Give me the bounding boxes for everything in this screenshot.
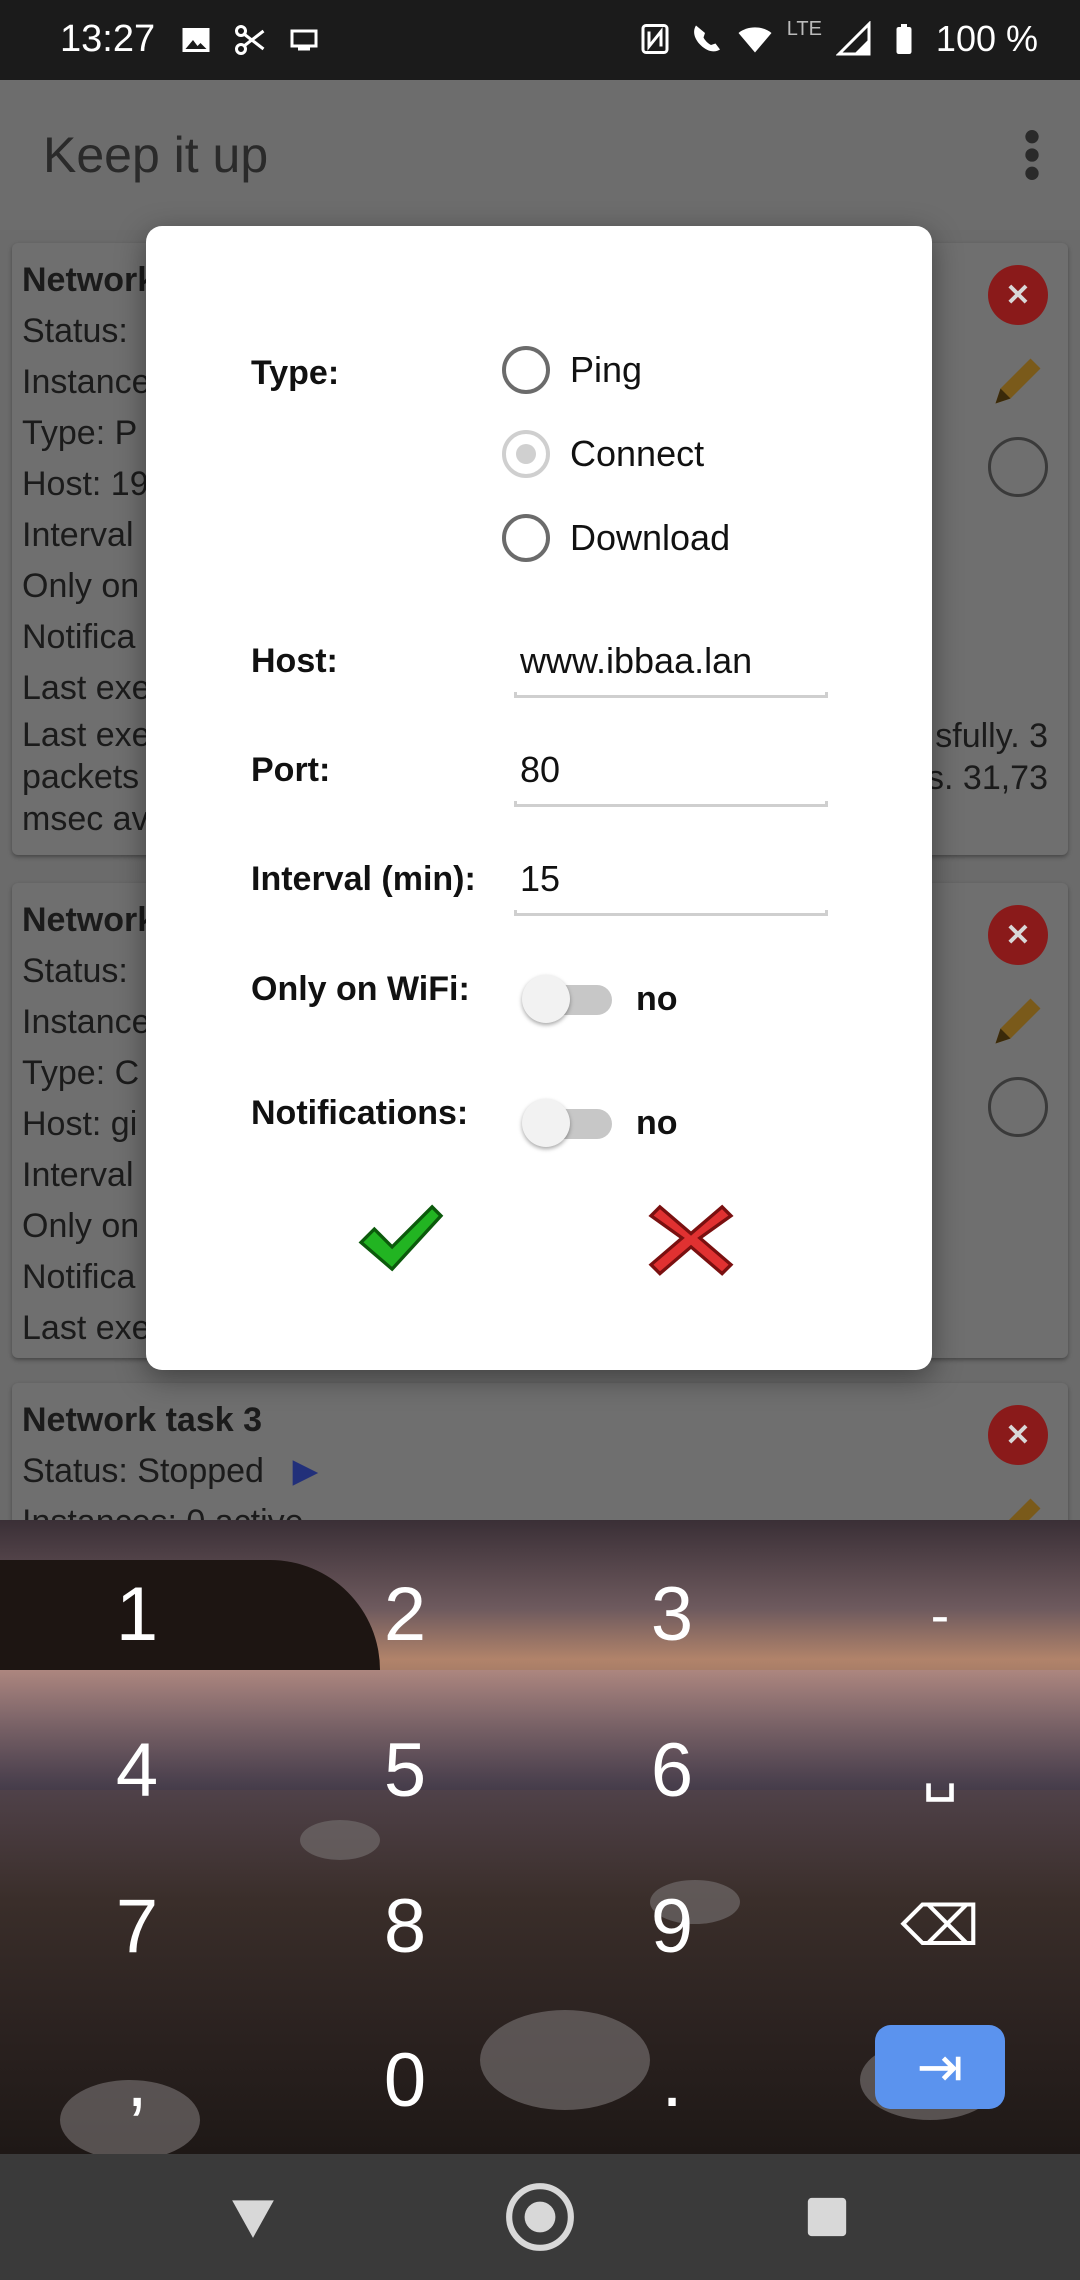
interval-input[interactable]: 15 <box>514 858 834 916</box>
notifications-toggle[interactable] <box>522 1099 622 1147</box>
delete-icon[interactable]: ✕ <box>988 905 1048 965</box>
pencil-icon[interactable] <box>988 351 1048 411</box>
image-icon <box>182 28 210 52</box>
pencil-icon[interactable] <box>988 991 1048 1051</box>
notifications-value: no <box>636 1104 678 1142</box>
toggle-thumb <box>522 975 570 1023</box>
play-icon[interactable] <box>287 1456 321 1490</box>
log-icon[interactable] <box>988 437 1048 497</box>
navigation-bar <box>0 2154 1080 2280</box>
key-backspace[interactable]: ⌫ <box>850 1876 1030 1976</box>
delete-icon[interactable]: ✕ <box>988 1405 1048 1465</box>
nfc-icon <box>641 24 669 54</box>
key-period[interactable]: . <box>582 2030 762 2130</box>
key-7[interactable]: 7 <box>47 1876 227 1976</box>
card-line-fragment: s. 31,73 <box>927 759 1048 797</box>
key-9[interactable]: 9 <box>582 1876 762 1976</box>
app-bar: Keep it up <box>0 80 1080 230</box>
input-underline <box>514 801 828 807</box>
checkmark-icon[interactable] <box>356 1198 446 1278</box>
radio-circle[interactable] <box>502 514 550 562</box>
radio-circle[interactable] <box>502 430 550 478</box>
notifications-label: Notifications: <box>251 1094 469 1132</box>
key-1[interactable]: 1 <box>47 1564 227 1664</box>
network-type: LTE <box>786 17 822 40</box>
key-6[interactable]: 6 <box>582 1720 762 1820</box>
port-input[interactable]: 80 <box>514 749 834 807</box>
wifi-icon <box>738 27 772 53</box>
interval-value: 15 <box>520 858 561 899</box>
radio-connect[interactable]: Connect <box>502 430 704 478</box>
host-input[interactable]: www.ibbaa.lan <box>514 640 834 698</box>
input-underline <box>514 910 828 916</box>
radio-label: Download <box>570 517 731 558</box>
key-2[interactable]: 2 <box>315 1564 495 1664</box>
edit-task-dialog: Type: Ping Connect Download Host: www.ib… <box>146 226 932 1370</box>
scissors-icon <box>235 25 265 55</box>
type-label: Type: <box>251 354 340 392</box>
card-title: Network task 3 <box>22 1401 262 1439</box>
key-0[interactable]: 0 <box>315 2030 495 2130</box>
recents-icon[interactable] <box>804 2194 850 2240</box>
port-label: Port: <box>251 751 331 789</box>
wifi-value: no <box>636 980 678 1018</box>
key-5[interactable]: 5 <box>315 1720 495 1820</box>
key-next[interactable]: ⇥ <box>875 2025 1005 2109</box>
battery-percent: 100 % <box>935 18 1038 59</box>
key-3[interactable]: 3 <box>582 1564 762 1664</box>
status-bar: 13:27 LTE 100 % <box>0 0 1080 80</box>
input-underline <box>514 692 828 698</box>
home-icon[interactable] <box>503 2180 577 2254</box>
key-space[interactable]: ␣ <box>850 1720 1030 1820</box>
radio-circle[interactable] <box>502 346 550 394</box>
toggle-thumb <box>522 1099 570 1147</box>
keyboard-background-rock <box>300 1820 380 1860</box>
key-minus[interactable]: - <box>850 1564 1030 1664</box>
back-icon[interactable] <box>228 2192 278 2242</box>
log-icon[interactable] <box>988 1077 1048 1137</box>
delete-icon[interactable]: ✕ <box>988 265 1048 325</box>
host-label: Host: <box>251 642 338 680</box>
wifi-toggle[interactable] <box>522 975 622 1023</box>
screen-icon <box>290 29 318 51</box>
card-line: Status: Stopped <box>22 1452 264 1490</box>
cross-icon[interactable] <box>646 1198 736 1278</box>
port-value: 80 <box>520 749 561 790</box>
app-title: Keep it up <box>43 127 269 183</box>
signal-icon <box>835 21 871 56</box>
radio-label: Ping <box>570 349 643 390</box>
card-status-line: Status: Stopped <box>12 1446 1068 1497</box>
radio-ping[interactable]: Ping <box>502 346 642 394</box>
more-vert-icon[interactable] <box>1022 130 1042 180</box>
host-value: www.ibbaa.lan <box>520 640 753 681</box>
radio-download[interactable]: Download <box>502 514 730 562</box>
key-8[interactable]: 8 <box>315 1876 495 1976</box>
radio-label: Connect <box>570 433 705 474</box>
key-4[interactable]: 4 <box>47 1720 227 1820</box>
battery-icon <box>896 24 912 54</box>
numeric-keyboard: 1 2 3 - 4 5 6 ␣ 7 8 9 ⌫ , 0 . ⇥ <box>0 1520 1080 2154</box>
card-line-fragment: sfully. 3 <box>935 717 1048 755</box>
wifi-label: Only on WiFi: <box>251 970 470 1008</box>
wifi-call-icon <box>693 25 720 52</box>
interval-label: Interval (min): <box>251 860 476 898</box>
status-time: 13:27 <box>60 18 156 60</box>
key-comma[interactable]: , <box>47 2030 227 2130</box>
